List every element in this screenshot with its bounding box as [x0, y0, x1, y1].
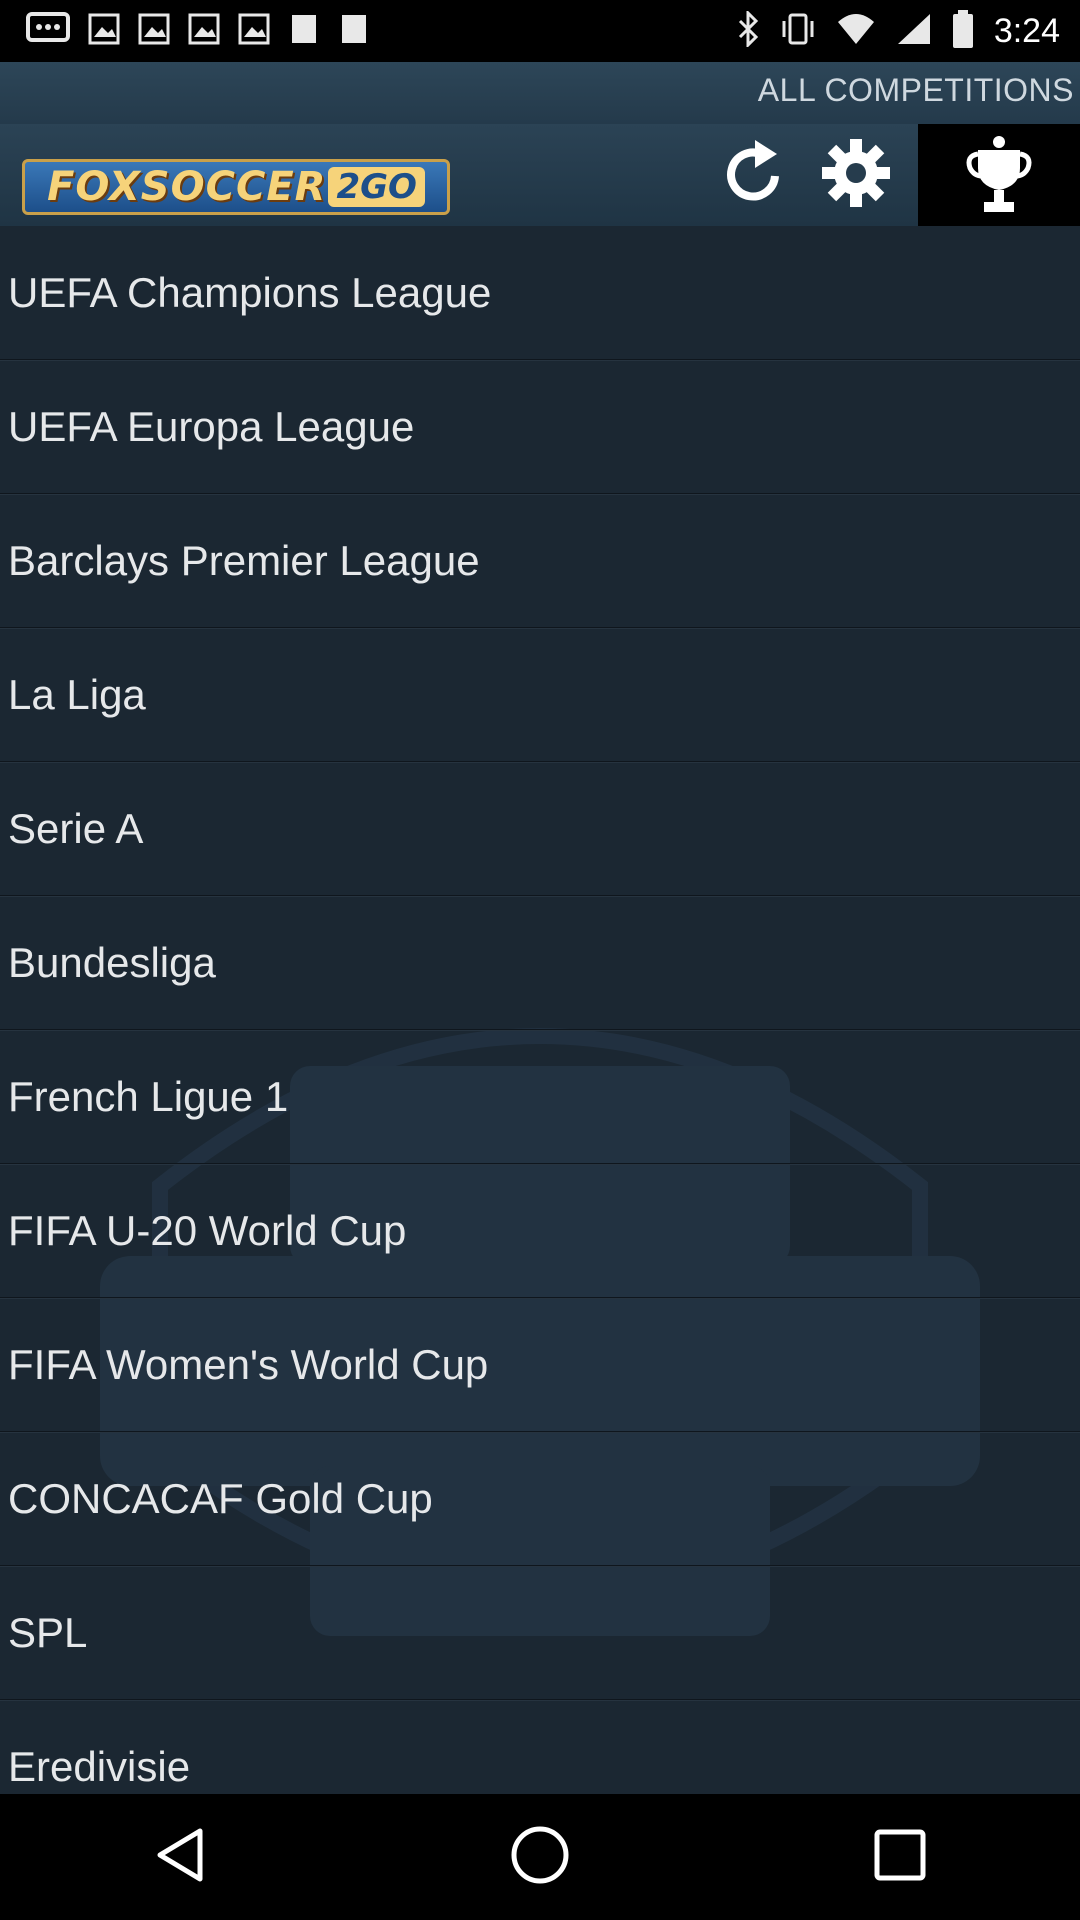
list-item[interactable]: FIFA U-20 World Cup [0, 1164, 1080, 1298]
notification-icon [338, 13, 370, 50]
list-item[interactable]: UEFA Europa League [0, 360, 1080, 494]
battery-icon [952, 9, 974, 53]
home-button[interactable] [480, 1797, 600, 1917]
refresh-icon [719, 136, 789, 215]
vibrate-icon [780, 11, 816, 52]
list-item[interactable]: La Liga [0, 628, 1080, 762]
list-item[interactable]: CONCACAF Gold Cup [0, 1432, 1080, 1566]
system-nav-bar [0, 1794, 1080, 1920]
refresh-button[interactable] [704, 124, 804, 226]
list-item-label: Barclays Premier League [8, 536, 480, 584]
image-icon [238, 13, 270, 50]
logo-badge: 2GO [328, 167, 425, 207]
status-bar: 3:24 [0, 0, 1080, 62]
app-logo: FOXSOCCER 2GO [22, 159, 450, 215]
competitions-tab-button[interactable] [918, 124, 1080, 226]
list-item-label: FIFA U-20 World Cup [8, 1206, 407, 1254]
image-icon [138, 13, 170, 50]
competitions-list[interactable]: UEFA Champions League UEFA Europa League… [0, 226, 1080, 1794]
signal-icon [896, 12, 932, 51]
list-item[interactable]: UEFA Champions League [0, 226, 1080, 360]
wifi-icon [836, 12, 876, 51]
list-item-label: La Liga [8, 670, 146, 718]
list-item[interactable]: Eredivisie [0, 1700, 1080, 1794]
header-top: ALL COMPETITIONS [0, 62, 1080, 124]
recents-button[interactable] [840, 1797, 960, 1917]
image-icon [188, 13, 220, 50]
image-icon [88, 13, 120, 50]
back-button[interactable] [120, 1797, 240, 1917]
list-item[interactable]: FIFA Women's World Cup [0, 1298, 1080, 1432]
back-icon [152, 1825, 208, 1890]
recents-icon [872, 1827, 928, 1888]
list-item-label: UEFA Europa League [8, 402, 415, 450]
list-item-label: Serie A [8, 804, 144, 852]
settings-button[interactable] [806, 124, 906, 226]
list-item-label: CONCACAF Gold Cup [8, 1474, 433, 1522]
gear-icon [820, 137, 892, 214]
list-item-label: UEFA Champions League [8, 268, 492, 316]
list-item-label: French Ligue 1 [8, 1072, 289, 1120]
notification-icon [288, 13, 320, 50]
status-time: 3:24 [993, 11, 1060, 50]
home-icon [508, 1823, 572, 1892]
list-item[interactable]: Bundesliga [0, 896, 1080, 1030]
page-title: ALL COMPETITIONS [757, 72, 1074, 108]
message-icon [26, 11, 70, 51]
list-item-label: FIFA Women's World Cup [8, 1340, 489, 1388]
list-item-label: Eredivisie [8, 1742, 191, 1790]
bluetooth-icon [736, 8, 760, 52]
list-item[interactable]: French Ligue 1 [0, 1030, 1080, 1164]
list-item-label: Bundesliga [8, 938, 216, 986]
list-item[interactable]: SPL [0, 1566, 1080, 1700]
trophy-icon [964, 134, 1034, 217]
list-item[interactable]: Serie A [0, 762, 1080, 896]
list-item[interactable]: Barclays Premier League [0, 494, 1080, 628]
logo-text: FOXSOCCER [47, 164, 327, 210]
list-item-label: SPL [8, 1608, 88, 1656]
